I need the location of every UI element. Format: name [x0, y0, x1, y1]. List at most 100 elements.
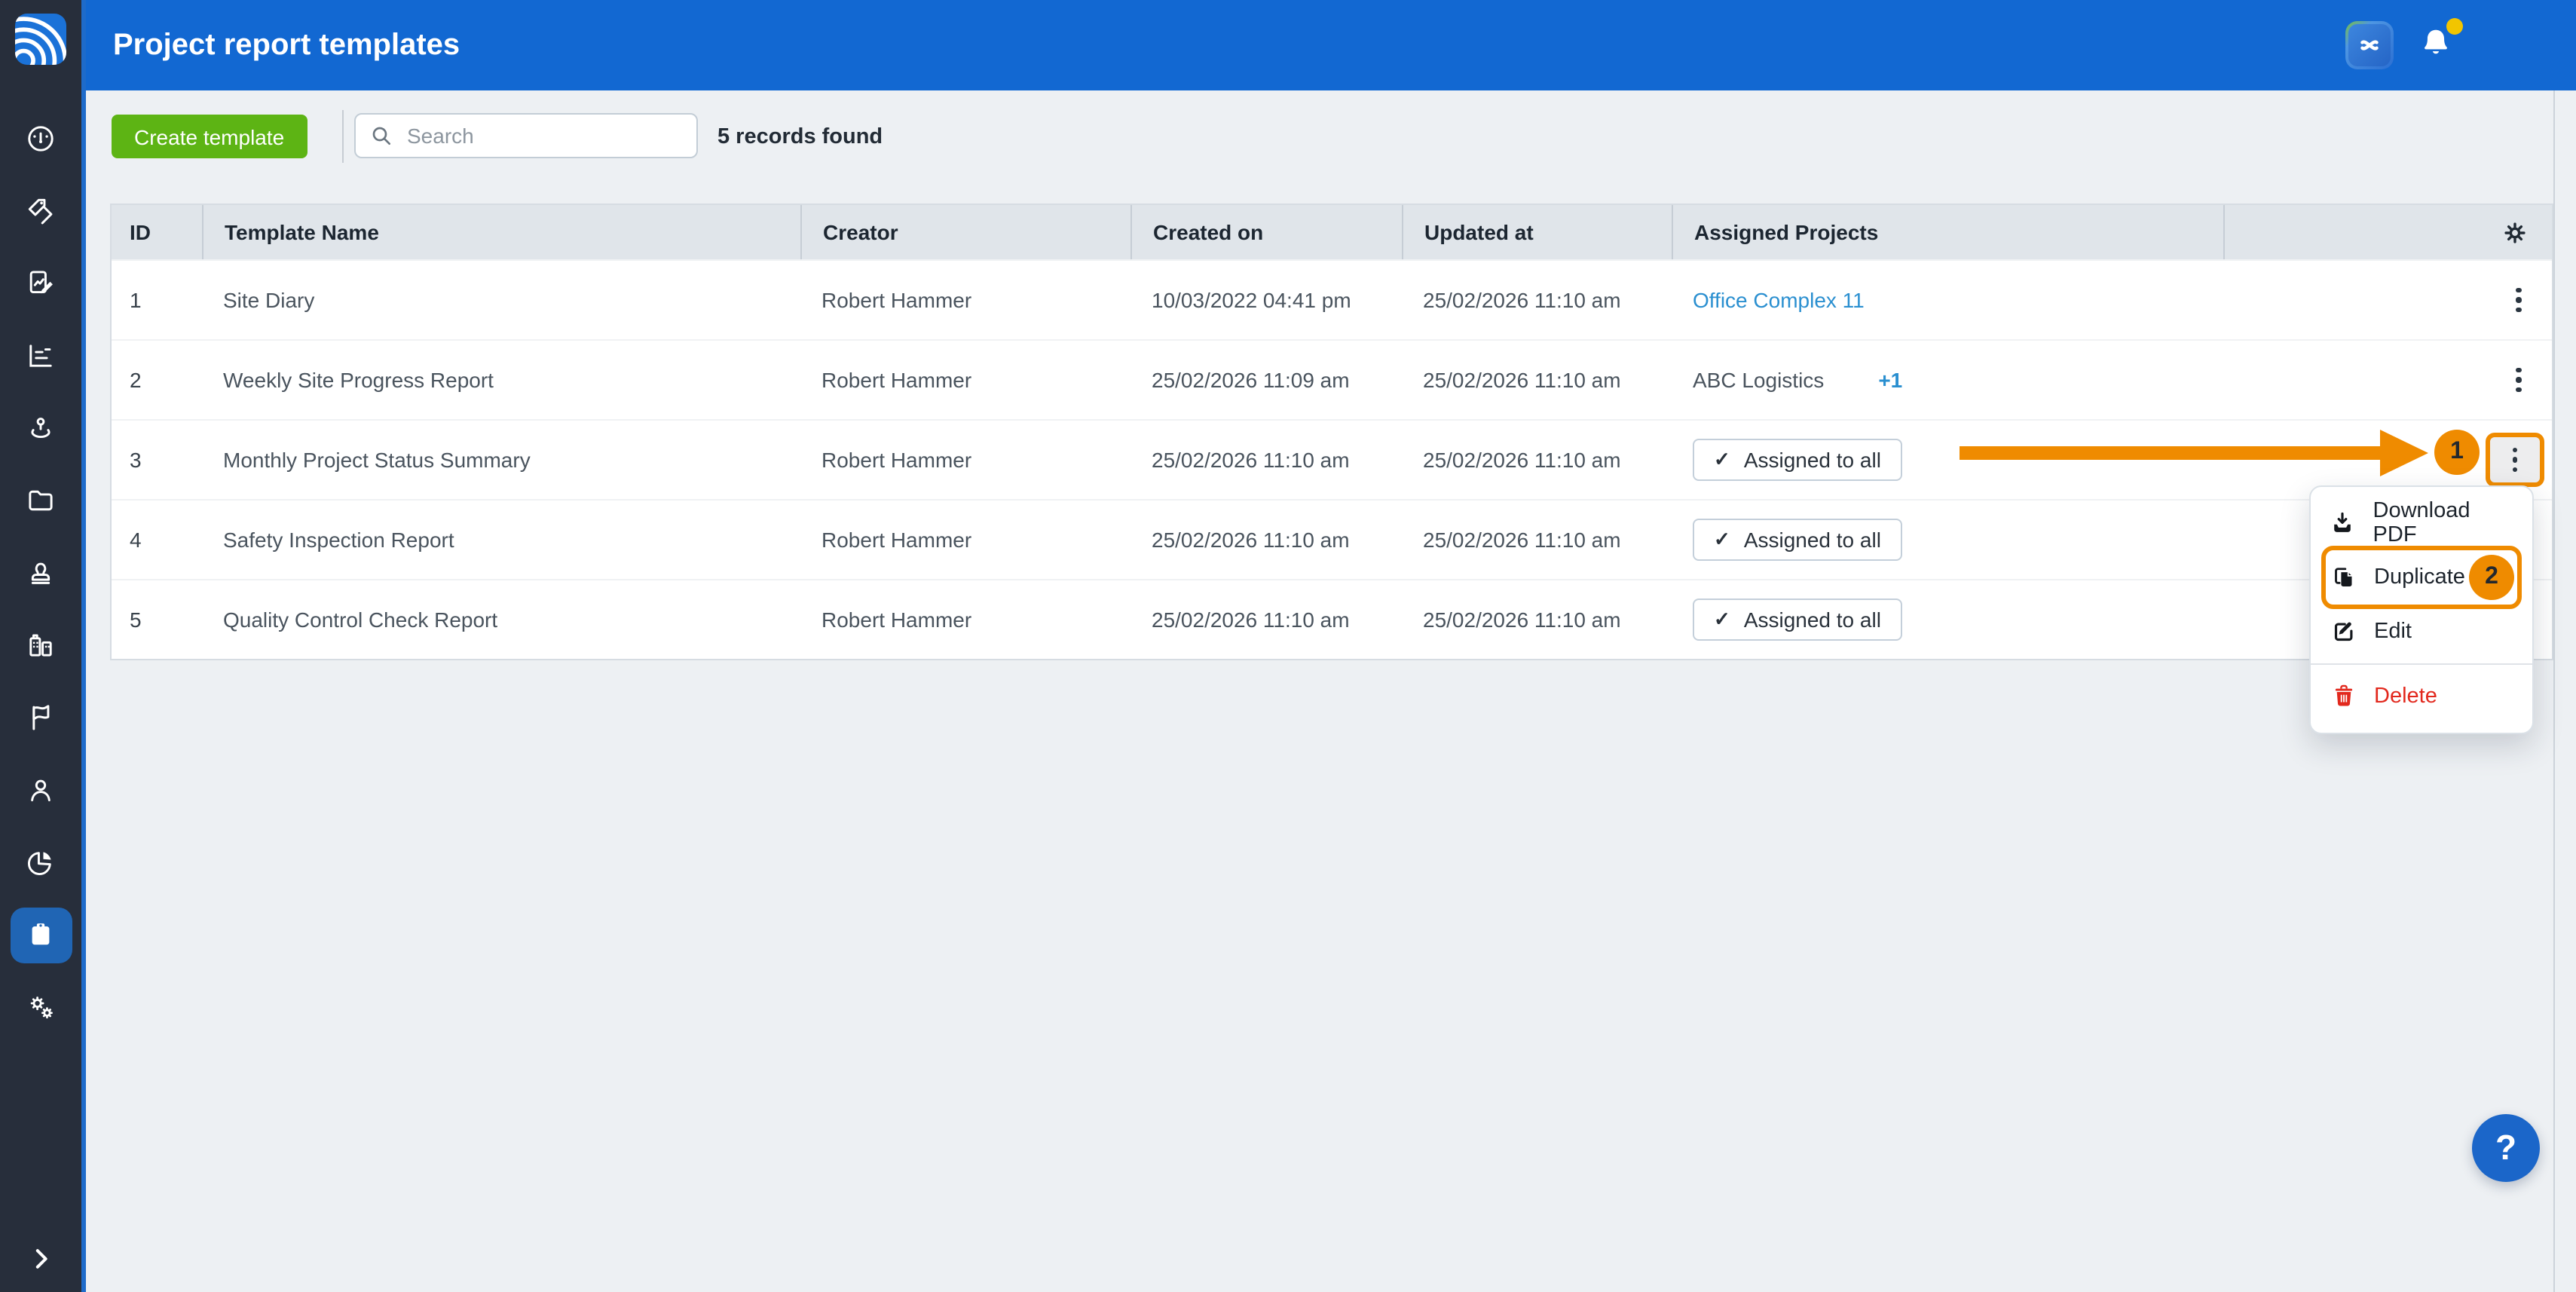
sidebar-item-stamp[interactable] — [0, 537, 81, 609]
templates-table: ID Template Name Creator Created on Upda… — [110, 204, 2553, 660]
check-icon: ✓ — [1714, 608, 1730, 632]
form-edit-icon — [24, 267, 57, 300]
step-2-badge: 2 — [2469, 555, 2514, 600]
help-button[interactable]: ? — [2472, 1114, 2540, 1182]
col-header-assigned-projects: Assigned Projects — [1672, 205, 2223, 259]
search-input[interactable] — [404, 122, 666, 149]
cell-creator: Robert Hammer — [800, 528, 1130, 552]
sidebar-item-tags[interactable] — [0, 175, 81, 247]
duplicate-icon — [2329, 564, 2357, 591]
row-actions-kebab-button[interactable] — [2496, 276, 2541, 324]
cell-template-name: Site Diary — [202, 288, 800, 312]
dashboard-icon — [24, 122, 57, 155]
notification-dot — [2446, 18, 2463, 35]
top-header: Project report templates — [86, 0, 2576, 90]
sidebar-item-analytics[interactable] — [0, 826, 81, 899]
cell-updated-at: 25/02/2026 11:10 am — [1402, 288, 1672, 312]
planradar-logo[interactable] — [15, 14, 66, 65]
row-actions-kebab-button-highlighted[interactable] — [2486, 433, 2544, 487]
sidebar-item-statistics[interactable] — [0, 320, 81, 392]
cell-created-on: 25/02/2026 11:10 am — [1130, 528, 1402, 552]
create-template-button[interactable]: Create template — [112, 115, 307, 158]
sidebar-item-company[interactable] — [0, 609, 81, 681]
cell-creator: Robert Hammer — [800, 448, 1130, 472]
table-row: 3 Monthly Project Status Summary Robert … — [112, 419, 2552, 499]
cell-id: 5 — [112, 608, 202, 632]
download-icon — [2329, 510, 2357, 537]
cell-id: 2 — [112, 368, 202, 392]
sidebar-item-site-presence[interactable] — [0, 392, 81, 464]
menu-item-download-pdf[interactable]: Download PDF — [2311, 496, 2532, 550]
sidebar-item-flag[interactable] — [0, 681, 81, 754]
assigned-project-label: ABC Logistics — [1693, 368, 1824, 392]
row-actions-kebab-button[interactable] — [2496, 356, 2541, 404]
table-row: 2 Weekly Site Progress Report Robert Ham… — [112, 339, 2552, 419]
cell-updated-at: 25/02/2026 11:10 am — [1402, 608, 1672, 632]
col-header-creator: Creator — [800, 205, 1130, 259]
cell-creator: Robert Hammer — [800, 608, 1130, 632]
cell-id: 3 — [112, 448, 202, 472]
table-row: 4 Safety Inspection Report Robert Hammer… — [112, 499, 2552, 579]
buildings-icon — [24, 629, 57, 662]
cell-creator: Robert Hammer — [800, 368, 1130, 392]
menu-item-edit[interactable]: Edit — [2311, 605, 2532, 659]
assigned-to-all-chip[interactable]: ✓Assigned to all — [1693, 439, 1902, 481]
trash-icon — [2329, 683, 2357, 710]
stamp-icon — [24, 556, 57, 589]
sidebar-nav — [0, 103, 81, 1043]
records-count: 5 records found — [717, 115, 883, 158]
cell-created-on: 25/02/2026 11:09 am — [1130, 368, 1402, 392]
cell-created-on: 25/02/2026 11:10 am — [1130, 448, 1402, 472]
cell-template-name: Monthly Project Status Summary — [202, 448, 800, 472]
sidebar-expand-button[interactable] — [0, 1238, 81, 1280]
menu-item-duplicate[interactable]: Duplicate 2 — [2311, 550, 2532, 605]
cell-template-name: Weekly Site Progress Report — [202, 368, 800, 392]
content-right-border — [2553, 90, 2555, 1292]
toolbar-divider — [342, 110, 344, 163]
cell-template-name: Quality Control Check Report — [202, 608, 800, 632]
cell-updated-at: 25/02/2026 11:10 am — [1402, 448, 1672, 472]
table-row: 1 Site Diary Robert Hammer 10/03/2022 04… — [112, 259, 2552, 339]
edit-icon — [2329, 618, 2357, 645]
sidebar-item-forms[interactable] — [0, 247, 81, 320]
sidebar-item-report-templates[interactable] — [0, 899, 81, 971]
assigned-to-all-chip[interactable]: ✓Assigned to all — [1693, 519, 1902, 561]
col-header-created-on: Created on — [1130, 205, 1402, 259]
app-root: Project report templates Create template… — [0, 0, 2576, 1292]
gears-icon — [24, 990, 57, 1024]
menu-item-label: Duplicate — [2374, 565, 2465, 589]
menu-item-label: Download PDF — [2373, 499, 2514, 547]
sidebar-item-projects[interactable] — [0, 464, 81, 537]
page-title: Project report templates — [113, 0, 460, 90]
cell-id: 4 — [112, 528, 202, 552]
check-icon: ✓ — [1714, 448, 1730, 472]
sidebar-item-settings[interactable] — [0, 971, 81, 1043]
step-1-badge: 1 — [2434, 430, 2480, 475]
sidebar — [0, 0, 86, 1292]
col-header-template-name: Template Name — [202, 205, 800, 259]
column-settings-gear-icon[interactable] — [2502, 219, 2528, 245]
check-icon: ✓ — [1714, 528, 1730, 552]
chart-icon — [24, 339, 57, 372]
sidebar-item-users[interactable] — [0, 754, 81, 826]
cell-updated-at: 25/02/2026 11:10 am — [1402, 368, 1672, 392]
app-switcher-icon — [2353, 29, 2386, 62]
assigned-to-all-chip[interactable]: ✓Assigned to all — [1693, 599, 1902, 641]
row-actions-context-menu: Download PDF Duplicate 2 Edit Delete — [2309, 485, 2534, 734]
col-header-updated-at: Updated at — [1402, 205, 1672, 259]
app-switcher-button[interactable] — [2345, 21, 2394, 69]
cell-id: 1 — [112, 288, 202, 312]
sidebar-item-dashboard[interactable] — [0, 103, 81, 175]
cell-creator: Robert Hammer — [800, 288, 1130, 312]
assigned-project-link[interactable]: Office Complex 11 — [1693, 288, 1865, 312]
pie-chart-icon — [24, 846, 57, 879]
search-icon — [369, 124, 393, 148]
menu-item-label: Edit — [2374, 620, 2412, 644]
col-header-id: ID — [112, 205, 202, 259]
col-header-actions — [2223, 205, 2552, 259]
folder-icon — [24, 484, 57, 517]
cell-updated-at: 25/02/2026 11:10 am — [1402, 528, 1672, 552]
notifications-button[interactable] — [2416, 24, 2458, 66]
menu-item-delete[interactable]: Delete — [2311, 669, 2532, 724]
more-projects-link[interactable]: +1 — [1878, 368, 1902, 392]
